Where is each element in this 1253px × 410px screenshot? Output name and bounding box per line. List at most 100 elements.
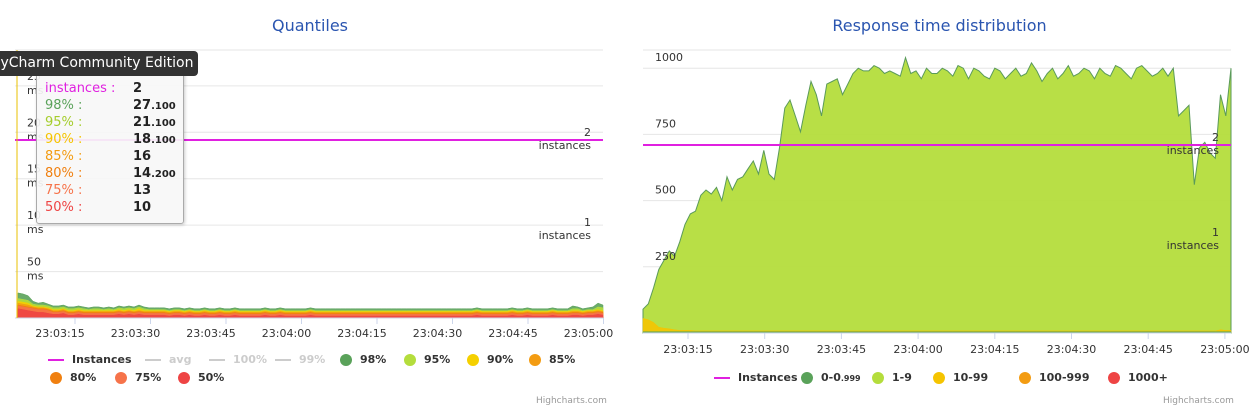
distribution-legend: Instances 0-0.999 1-9 10-99 100-999 1000+ (626, 371, 1253, 389)
legend-item-98pct[interactable]: 98% (340, 353, 386, 366)
tooltip-row-value: 10 (133, 200, 152, 215)
tooltip-row-label: 90% : (45, 132, 83, 147)
legend-item-95pct[interactable]: 95% (404, 353, 450, 366)
tooltip-row-label: 98% : (45, 98, 83, 113)
legend-label: 85% (549, 353, 576, 366)
legend-dot-icon (801, 371, 813, 384)
x-tick-label: 23:04:15 (970, 343, 1019, 356)
legend-dot-icon (1019, 371, 1031, 384)
os-tooltip-text: PyCharm Community Edition (0, 55, 194, 71)
legend-item-90pct[interactable]: 90% (467, 353, 513, 366)
legend-item-avg[interactable]: avg (145, 353, 191, 366)
tooltip-row-label: instances : (45, 81, 116, 96)
legend-item-1-9[interactable]: 1-9 (872, 371, 912, 384)
legend-label: 80% (70, 371, 97, 384)
legend-label: Instances (738, 371, 798, 384)
legend-item-1000+[interactable]: 1000+ (1108, 371, 1168, 384)
legend-label: avg (169, 353, 192, 366)
legend-line-icon (275, 358, 291, 361)
tooltip-row-value: 27.100 (133, 98, 176, 113)
legend-item-50pct[interactable]: 50% (178, 371, 224, 384)
x-tick-label: 23:03:45 (817, 343, 866, 356)
x-tick-label: 23:05:00 (1200, 343, 1249, 356)
instance-label-1: 1 instances (539, 216, 591, 242)
legend-line-icon (48, 358, 64, 361)
x-tick-label: 23:04:45 (488, 327, 537, 340)
legend-item-80pct[interactable]: 80% (50, 371, 96, 384)
legend-dot-icon (933, 371, 945, 384)
legend-line-icon (714, 376, 730, 379)
credits-link[interactable]: Highcharts.com (1163, 396, 1234, 406)
tooltip-row-value: 21.100 (133, 115, 176, 130)
legend-item-instances[interactable]: Instances (714, 371, 798, 384)
legend-dot-icon (50, 371, 62, 384)
instance-text: instances (1166, 239, 1219, 252)
tooltip-row-label: 95% : (45, 115, 83, 130)
tooltip-row-label: 50% : (45, 200, 83, 215)
quantiles-legend: Instances avg 100% 99% 98% 95% 90% 85% 80% 75% 50% (0, 350, 620, 390)
credits-link[interactable]: Highcharts.com (536, 396, 607, 406)
instance-label-2: 2 instances (1167, 131, 1219, 157)
legend-item-75pct[interactable]: 75% (115, 371, 161, 384)
legend-item-100pct[interactable]: 100% (209, 353, 267, 366)
legend-label: 99% (299, 353, 326, 366)
legend-dot-icon (529, 353, 541, 366)
instance-count: 2 (584, 126, 591, 139)
legend-item-99pct[interactable]: 99% (275, 353, 325, 366)
distribution-plot: 1000 750 500 250 23:03:15 23:03:30 23:03:45 23… (642, 49, 1250, 356)
legend-dot-icon (178, 371, 190, 384)
y-tick-label: 750 (655, 117, 676, 130)
legend-item-85pct[interactable]: 85% (529, 353, 575, 366)
x-tick-label: 23:03:30 (111, 327, 160, 340)
legend-dot-icon (115, 371, 127, 384)
tooltip-row-value: 13 (133, 183, 152, 198)
os-window-tooltip: PyCharm Community Edition (0, 51, 198, 76)
legend-label: 1-9 (892, 371, 912, 384)
instance-count: 1 (584, 216, 591, 229)
legend-item-instances[interactable]: Instances (48, 353, 132, 366)
x-tick-label: 23:03:45 (186, 327, 235, 340)
instance-text: instances (538, 229, 591, 242)
x-tick-label: 23:04:15 (337, 327, 386, 340)
x-tick-label: 23:04:30 (413, 327, 462, 340)
legend-label: 100-999 (1039, 371, 1090, 384)
x-tick-label: 23:03:15 (663, 343, 712, 356)
x-tick-label: 23:04:45 (1123, 343, 1172, 356)
y-tick-label: 500 (655, 184, 676, 197)
legend-item-10-99[interactable]: 10-99 (933, 371, 988, 384)
legend-line-icon (145, 358, 161, 361)
legend-label: Instances (72, 353, 132, 366)
quantiles-tooltip: 23:03:07 instances :298% :27.10095% :21.… (36, 65, 184, 224)
y-tick-label: 250 (655, 250, 676, 263)
y-tick-unit: ms (27, 270, 44, 283)
legend-item-0-0[interactable]: 0-0.999 (801, 371, 861, 384)
tooltip-row-value: 14.200 (133, 166, 176, 181)
x-tick-label: 23:04:00 (262, 327, 311, 340)
legend-dot-icon (1108, 371, 1120, 384)
tooltip-row-label: 85% : (45, 149, 83, 164)
area-series-1-9 (642, 55, 1232, 334)
tooltip-row-label: 80% : (45, 166, 83, 181)
legend-label: 50% (198, 371, 225, 384)
legend-item-100-999[interactable]: 100-999 (1019, 371, 1090, 384)
distribution-chart: Response time distribution 1000 750 500 250… (626, 0, 1253, 410)
instance-label-2: 2 instances (539, 126, 591, 152)
legend-label: 95% (424, 353, 451, 366)
legend-line-icon (209, 358, 225, 361)
y-tick-label: 50 (27, 256, 41, 269)
legend-label: 98% (360, 353, 387, 366)
instance-text: instances (1166, 144, 1219, 157)
x-tick-label: 23:03:15 (35, 327, 84, 340)
legend-label: 10-99 (953, 371, 989, 384)
x-tick-label: 23:04:00 (893, 343, 942, 356)
tooltip-row-label: 75% : (45, 183, 83, 198)
tooltip-row-value: 16 (133, 149, 152, 164)
legend-label: 100% (233, 353, 267, 366)
legend-label: 0-0.999 (821, 371, 861, 384)
instance-label-1: 1 instances (1167, 226, 1219, 252)
x-tick-label: 23:05:00 (564, 327, 613, 340)
legend-dot-icon (872, 371, 884, 384)
legend-label: 1000+ (1128, 371, 1168, 384)
y-tick-label: 1000 (655, 51, 683, 64)
legend-label: 75% (135, 371, 162, 384)
